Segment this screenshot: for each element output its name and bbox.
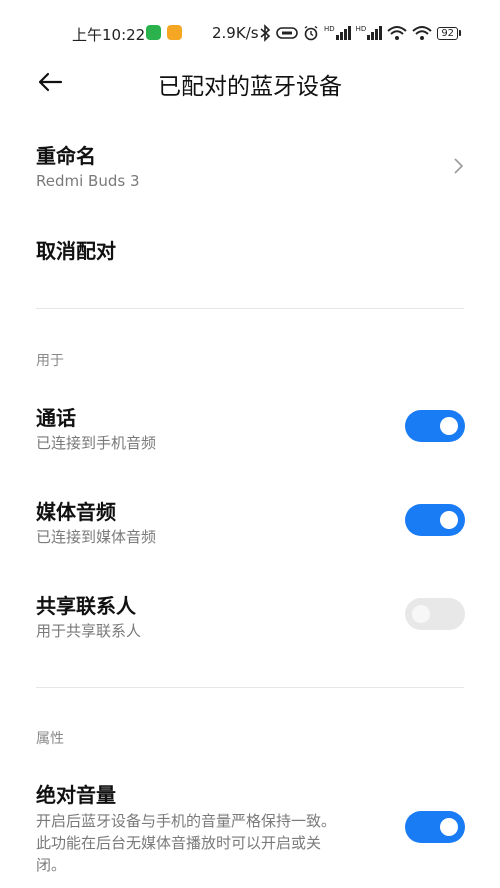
- media-audio-status: 已连接到媒体音频: [36, 528, 157, 546]
- rename-label: 重命名: [36, 144, 96, 168]
- absolute-volume-description: 开启后蓝牙设备与手机的音量严格保持一致。 此功能在后台无媒体音播放时可以开启或关…: [36, 812, 337, 874]
- bluetooth-icon: [260, 24, 271, 42]
- share-contacts-label: 共享联系人: [36, 594, 136, 618]
- alarm-icon: [304, 25, 318, 41]
- media-audio-label: 媒体音频: [36, 500, 116, 524]
- share-contacts-toggle[interactable]: [405, 598, 465, 630]
- divider: [36, 308, 464, 309]
- call-toggle[interactable]: [405, 410, 465, 442]
- call-label: 通话: [36, 406, 76, 430]
- signal-icon: HD: [356, 26, 383, 40]
- page-title: 已配对的蓝牙设备: [158, 74, 342, 100]
- wifi-icon: [412, 26, 432, 40]
- status-time: 上午10:22: [72, 26, 146, 44]
- device-name: Redmi Buds 3: [36, 172, 140, 190]
- chevron-right-icon: [454, 158, 464, 174]
- wechat-icon: [146, 25, 161, 40]
- absolute-volume-toggle[interactable]: [405, 811, 465, 843]
- unpair-button[interactable]: 取消配对: [36, 235, 116, 264]
- divider: [36, 687, 464, 688]
- section-properties: 属性: [36, 731, 64, 747]
- section-used-for: 用于: [36, 353, 64, 369]
- battery-level: 92: [437, 26, 459, 40]
- battery-icon: 92: [437, 26, 462, 40]
- signal-icon: HD: [324, 26, 351, 40]
- call-status: 已连接到手机音频: [36, 434, 157, 452]
- notes-icon: [167, 25, 182, 40]
- status-icons: HD HD 92: [259, 22, 462, 44]
- media-audio-toggle[interactable]: [405, 504, 465, 536]
- status-net-speed: 2.9K/s: [212, 24, 259, 42]
- status-bar: 上午10:22 2.9K/s HD HD 92: [0, 0, 500, 64]
- vibrate-icon: [276, 27, 298, 39]
- absolute-volume-label: 绝对音量: [36, 783, 116, 807]
- share-contacts-status: 用于共享联系人: [36, 622, 142, 640]
- wifi-icon: [387, 26, 407, 40]
